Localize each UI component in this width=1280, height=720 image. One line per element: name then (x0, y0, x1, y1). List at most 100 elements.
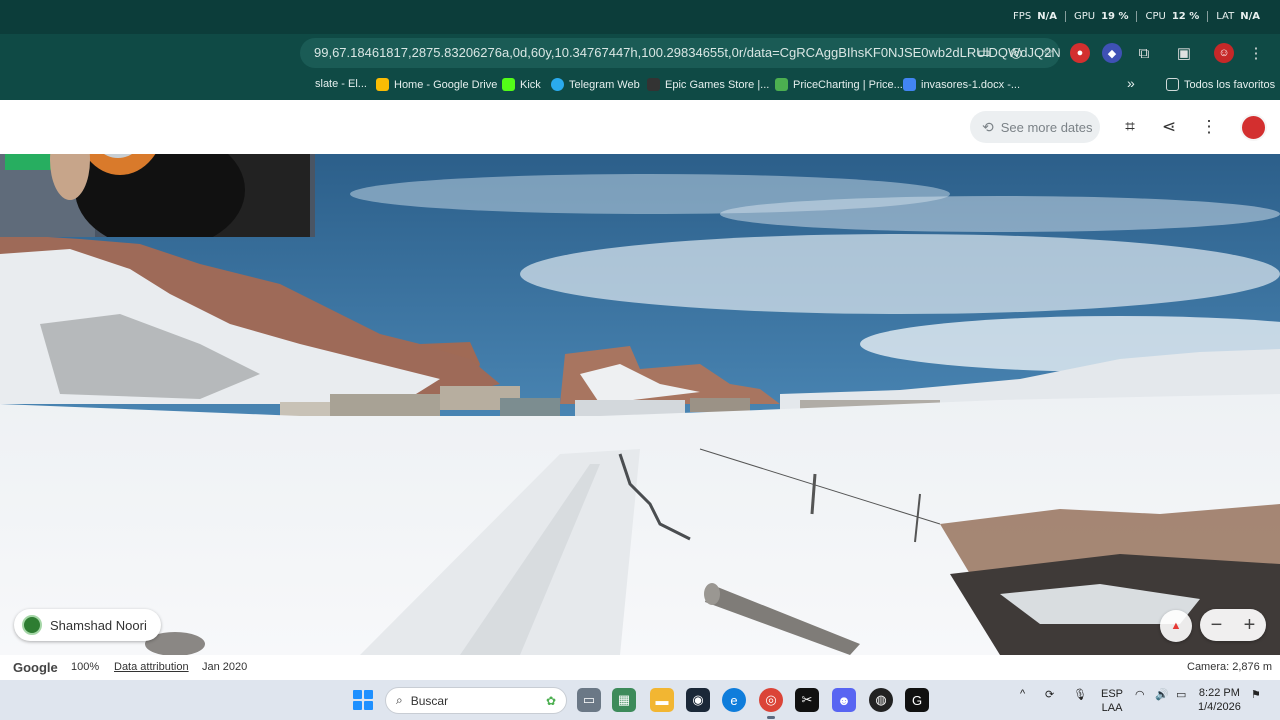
system-clock[interactable]: 8:22 PM 1/4/2026 (1198, 686, 1241, 714)
extensions-puzzle-icon[interactable]: ⧉ (1134, 43, 1154, 63)
language-indicator[interactable]: ESP LAA (1101, 687, 1123, 715)
language-code: ESP (1101, 688, 1124, 700)
all-bookmarks-button[interactable]: Todos los favoritos (1166, 78, 1275, 91)
taskbar-search[interactable]: ⌕ Buscar ✿ (385, 687, 567, 714)
bookmark-label: Home - Google Drive (394, 78, 498, 91)
maps-header: ⟲ See more dates ⌗ ⋖ ⋮ (0, 100, 1280, 154)
street-view-panorama[interactable] (0, 154, 1280, 655)
google-logo: Google (13, 660, 58, 675)
overflow-chevron-icon: » (1127, 75, 1135, 91)
bookmark-label: Kick (520, 78, 541, 91)
compass-button[interactable]: ▲ (1160, 610, 1192, 642)
sync-icon[interactable]: ⟳ (1045, 688, 1054, 701)
bookmark-item[interactable]: Epic Games Store |... (647, 78, 769, 91)
tab-search-icon[interactable]: ▣ (1174, 43, 1194, 63)
bookmark-item[interactable]: slate - El... (315, 78, 367, 90)
start-button[interactable] (353, 690, 373, 710)
see-more-dates-label: See more dates (1000, 119, 1093, 135)
bookmark-label: slate - El... (315, 78, 367, 90)
fps-label: FPS (1013, 11, 1032, 22)
active-app-indicator (767, 716, 775, 719)
lat-stat: LAT N/A (1208, 11, 1268, 22)
bookmark-label: Telegram Web (569, 78, 640, 91)
extension-blue-icon[interactable]: ◆ (1102, 43, 1122, 63)
volume-icon[interactable]: 🔊 (1155, 688, 1169, 701)
windows-taskbar: ⌕ Buscar ✿ ▭ ▦ ▬ ◉ e ◎ ✂ ☻ ◍ G ^ ⟳ 🎙 ESP… (0, 680, 1280, 720)
kick-icon (502, 78, 515, 91)
bookmark-item[interactable]: Home - Google Drive (376, 78, 497, 91)
file-explorer-icon[interactable]: ▬ (650, 688, 674, 712)
share-icon[interactable]: ⋖ (1158, 116, 1180, 138)
address-row: 99,67.18461817,2875.83206276a,0d,60y,10.… (0, 34, 1280, 72)
lat-label: LAT (1216, 11, 1235, 22)
search-placeholder: Buscar (410, 693, 449, 708)
task-view-icon[interactable]: ▭ (577, 688, 601, 712)
streamer-webcam-image (0, 154, 315, 237)
bookmarks-overflow-button[interactable]: » (1127, 75, 1135, 91)
more-options-icon[interactable]: ⋮ (1198, 116, 1220, 138)
see-more-dates-button[interactable]: ⟲ See more dates (970, 111, 1100, 143)
discord-icon[interactable]: ☻ (832, 688, 856, 712)
keyboard-layout: LAA (1101, 702, 1123, 714)
browser-menu-icon[interactable]: ⋮ (1246, 43, 1266, 63)
ghub-icon[interactable]: G (905, 688, 929, 712)
tray-overflow-icon[interactable]: ^ (1020, 688, 1025, 700)
battery-icon[interactable]: ▭ (1176, 688, 1186, 701)
profile-avatar-icon[interactable]: ☺ (1214, 43, 1234, 63)
calculator-icon[interactable]: ▦ (612, 688, 636, 712)
capcut-icon[interactable]: ✂ (795, 688, 819, 712)
contributor-avatar (22, 615, 42, 635)
fps-value: N/A (1037, 11, 1057, 22)
account-avatar[interactable] (1240, 114, 1267, 141)
bookmark-item[interactable]: PriceCharting | Price... (775, 78, 903, 91)
lat-value: N/A (1240, 11, 1260, 22)
capture-date: Jan 2020 (202, 661, 248, 673)
clock-time: 8:22 PM (1198, 687, 1240, 699)
search-highlight-icon: ✿ (545, 693, 556, 708)
chrome-icon[interactable]: ◎ (759, 688, 783, 712)
install-app-icon[interactable]: ▭ (975, 43, 993, 61)
bookmark-label: PriceCharting | Price... (793, 78, 903, 91)
folder-icon (1166, 78, 1179, 91)
cpu-label: CPU (1145, 11, 1166, 22)
obs-icon[interactable]: ◍ (869, 688, 893, 712)
lens-icon[interactable]: ◎ (1007, 43, 1025, 61)
zoom-level: 100% (71, 661, 100, 673)
bookmark-label: invasores-1.docx -... (921, 78, 1021, 91)
bookmark-item[interactable]: Telegram Web (551, 78, 640, 91)
contributor-chip[interactable]: Shamshad Noori (14, 609, 161, 641)
gpu-value: 19 % (1101, 11, 1129, 22)
extension-red-icon[interactable]: ● (1070, 43, 1090, 63)
pricecharting-icon (775, 78, 788, 91)
bookmark-item[interactable]: invasores-1.docx -... (903, 78, 1020, 91)
url-text: 99,67.18461817,2875.83206276a,0d,60y,10.… (314, 45, 1060, 60)
zoom-in-button[interactable]: + (1244, 614, 1256, 637)
performance-overlay: FPS N/A GPU 19 % CPU 12 % LAT N/A (1005, 11, 1268, 22)
edge-icon[interactable]: e (722, 688, 746, 712)
address-bar[interactable]: 99,67.18461817,2875.83206276a,0d,60y,10.… (300, 38, 1060, 68)
clock-date: 1/4/2026 (1198, 701, 1241, 713)
search-icon: ⌕ (396, 693, 403, 707)
microphone-icon[interactable]: 🎙 (1073, 688, 1087, 701)
steam-icon[interactable]: ◉ (686, 688, 710, 712)
bookmark-star-icon[interactable]: ☆ (1039, 43, 1057, 61)
address-bar-actions: ▭ ◎ ☆ (975, 43, 1057, 61)
extensions-area: ● ◆ ⧉ ▣ ☺ ⋮ (1070, 43, 1266, 63)
bookmark-item[interactable]: Kick (502, 78, 541, 91)
zoom-out-button[interactable]: − (1211, 614, 1223, 637)
zoom-control: − + (1200, 609, 1266, 641)
all-bookmarks-label: Todos los favoritos (1184, 78, 1276, 91)
bookmark-label: Epic Games Store |... (665, 78, 770, 91)
screenshot-icon[interactable]: ⌗ (1119, 116, 1141, 138)
data-attribution-link[interactable]: Data attribution (114, 661, 189, 673)
epic-games-icon (647, 78, 660, 91)
gpu-stat: GPU 19 % (1066, 11, 1138, 22)
bookmarks-bar: slate - El... Home - Google Drive Kick T… (0, 72, 1280, 100)
wifi-icon[interactable]: ◠ (1135, 688, 1145, 701)
desktop-screen: FPS N/A GPU 19 % CPU 12 % LAT N/A 99,67.1846… (0, 0, 1280, 720)
telegram-icon (551, 78, 564, 91)
notification-icon[interactable]: ⚑ (1251, 688, 1261, 701)
browser-title-bar: FPS N/A GPU 19 % CPU 12 % LAT N/A (0, 0, 1280, 34)
fps-stat: FPS N/A (1005, 11, 1066, 22)
compass-needle-icon: ▲ (1170, 620, 1182, 632)
